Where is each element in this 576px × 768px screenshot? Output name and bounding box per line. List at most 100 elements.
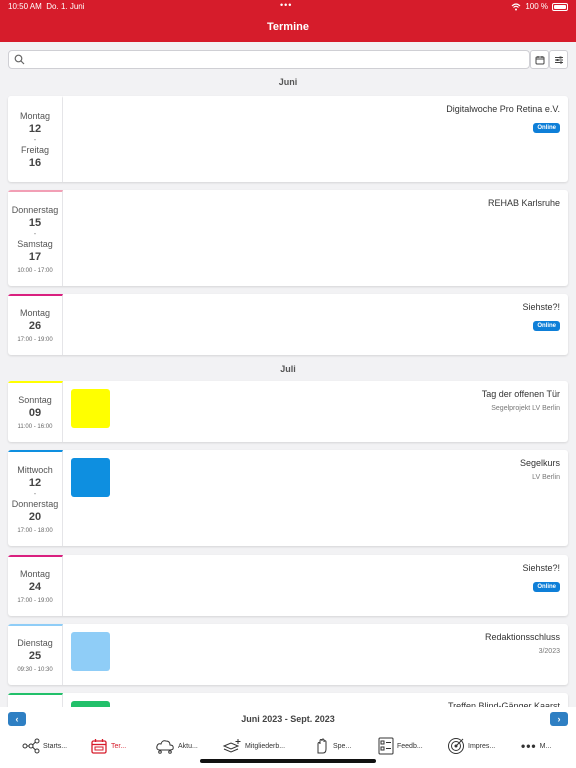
event-subtitle: Segelprojekt LV Berlin <box>491 405 560 412</box>
month-header-july: Juli <box>280 364 296 374</box>
event-date: Donnerstag 15 - Samstag 17 10:00 - 17:00 <box>8 190 63 286</box>
tab-mitgliederbereich[interactable]: Mitgliederb... <box>222 735 285 757</box>
tab-termine[interactable]: Ter... <box>90 735 126 757</box>
tab-label: Impres... <box>468 742 496 750</box>
tab-aktuelles[interactable]: Aktu... <box>155 735 198 757</box>
status-bar: 10:50 AM Do. 1. Juni ••• 100 % <box>0 0 576 14</box>
online-badge: Online <box>533 321 560 331</box>
event-time: 17:00 - 19:00 <box>17 337 53 343</box>
event-end-weekday: Samstag <box>17 238 53 249</box>
status-clock: 10:50 AM Do. 1. Juni <box>8 2 85 11</box>
multitask-dots[interactable]: ••• <box>280 0 292 10</box>
status-right: 100 % <box>511 2 568 11</box>
battery-icon <box>552 2 568 11</box>
tab-label: Feedb... <box>397 742 423 750</box>
tab-label: Ter... <box>111 742 127 750</box>
event-time: 10:00 - 17:00 <box>17 267 53 274</box>
battery-percent: 100 % <box>525 2 548 11</box>
event-time: 11:00 - 16:00 <box>17 424 53 430</box>
tab-spenden[interactable]: Spe... <box>314 735 351 757</box>
tab-more[interactable]: ••• M... <box>521 735 551 757</box>
checklist-icon <box>378 737 394 755</box>
event-card[interactable]: Donnerstag 15 - Samstag 17 10:00 - 17:00… <box>8 190 568 286</box>
settings-filter-button[interactable] <box>549 50 568 69</box>
search-icon <box>14 54 25 65</box>
app-header: 10:50 AM Do. 1. Juni ••• 100 % Termine <box>0 0 576 42</box>
event-end-day: 16 <box>28 157 42 169</box>
next-range-button[interactable]: › <box>550 712 568 726</box>
search-input[interactable] <box>27 52 523 67</box>
event-start-weekday: Mittwoch <box>17 464 53 475</box>
layers-plus-icon <box>222 739 241 753</box>
event-date-separator: - <box>33 135 37 144</box>
event-start-weekday: Montag <box>19 111 51 121</box>
search-box[interactable] <box>8 50 530 69</box>
event-title: Redaktionsschluss <box>484 632 560 642</box>
event-start-day: 24 <box>28 581 42 593</box>
event-start-day: 12 <box>28 476 42 489</box>
online-badge: Online <box>533 582 560 592</box>
event-date-separator: - <box>33 228 37 238</box>
hand-icon <box>317 738 327 754</box>
event-date: Sonntag 09 11:00 - 16:00 <box>8 381 63 442</box>
event-time: 09:30 - 10:30 <box>17 667 53 673</box>
event-start-day: 26 <box>28 320 42 332</box>
event-end-day: 17 <box>28 250 42 263</box>
chevron-right-icon: › <box>557 714 561 724</box>
event-start-weekday: Sonntag <box>18 395 52 405</box>
wifi-icon <box>511 2 521 10</box>
search-row <box>8 50 568 69</box>
tab-feedback[interactable]: Feedb... <box>378 735 423 757</box>
status-date: Do. 1. Juni <box>46 2 85 11</box>
event-start-weekday: Dienstag <box>17 638 53 648</box>
event-date: Montag 26 17:00 - 19:00 <box>8 294 63 355</box>
sliders-icon <box>554 56 563 63</box>
event-end-weekday: Donnerstag <box>11 498 59 509</box>
tab-impressum[interactable]: Impres... <box>447 735 495 757</box>
target-icon <box>448 738 464 754</box>
more-icon: ••• <box>521 739 537 753</box>
event-subtitle: LV Berlin <box>532 474 560 481</box>
event-start-day: 12 <box>28 123 42 135</box>
event-subtitle: 3/2023 <box>538 648 560 655</box>
event-card[interactable]: Montag 26 17:00 - 19:00 Siehste?! Online <box>8 294 568 355</box>
event-date-separator: - <box>33 488 37 498</box>
tab-label: M... <box>539 742 552 750</box>
event-thumbnail <box>71 389 110 428</box>
event-time: 17:00 - 19:00 <box>17 598 53 604</box>
calendar-icon <box>91 739 107 754</box>
network-icon <box>22 738 40 754</box>
event-date: Dienstag 25 09:30 - 10:30 <box>8 624 63 685</box>
calendar-filter-button[interactable] <box>530 50 549 69</box>
event-card[interactable]: Montag 12 - Freitag 16 Digitalwoche Pro … <box>8 96 568 182</box>
event-start-day: 15 <box>28 216 42 229</box>
event-card[interactable]: Dienstag 25 09:30 - 10:30 Redaktionsschl… <box>8 624 568 685</box>
bottom-bar: ‹ Juni 2023 - Sept. 2023 › Starts... Ter… <box>0 707 576 768</box>
event-title: REHAB Karlsruhe <box>487 198 560 208</box>
event-card[interactable]: Mittwoch 12 - Donnerstag 20 17:00 - 18:0… <box>8 450 568 546</box>
event-start-day: 25 <box>28 650 42 662</box>
event-title: Tag der offenen Tür <box>481 389 560 399</box>
event-start-weekday: Donnerstag <box>11 204 59 215</box>
date-range-label: Juni 2023 - Sept. 2023 <box>241 714 335 724</box>
event-title: Siehste?! <box>522 302 560 312</box>
event-card[interactable]: Sonntag 09 11:00 - 16:00 Tag der offenen… <box>8 381 568 442</box>
event-start-weekday: Montag <box>19 569 51 579</box>
event-date: Montag 12 - Freitag 16 <box>8 96 63 182</box>
event-title: Digitalwoche Pro Retina e.V. <box>446 104 560 114</box>
tab-startseite[interactable]: Starts... <box>22 735 67 757</box>
tab-label: Mitgliederb... <box>245 742 286 750</box>
month-header-june: Juni <box>278 77 298 87</box>
event-end-weekday: Freitag <box>20 145 49 155</box>
tab-label: Aktu... <box>178 742 198 750</box>
event-date: Mittwoch 12 - Donnerstag 20 17:00 - 18:0… <box>8 450 63 546</box>
page-title: Termine <box>267 21 309 33</box>
home-indicator <box>200 759 376 763</box>
event-start-weekday: Montag <box>19 308 51 318</box>
status-time: 10:50 AM <box>8 2 42 11</box>
event-card[interactable]: Montag 24 17:00 - 19:00 Siehste?! Online <box>8 555 568 616</box>
tab-bar: Starts... Ter... Aktu... Mitgliederb... … <box>0 735 576 757</box>
cloud-icon <box>156 740 174 754</box>
calendar-icon <box>535 55 544 64</box>
event-thumbnail <box>71 458 110 497</box>
